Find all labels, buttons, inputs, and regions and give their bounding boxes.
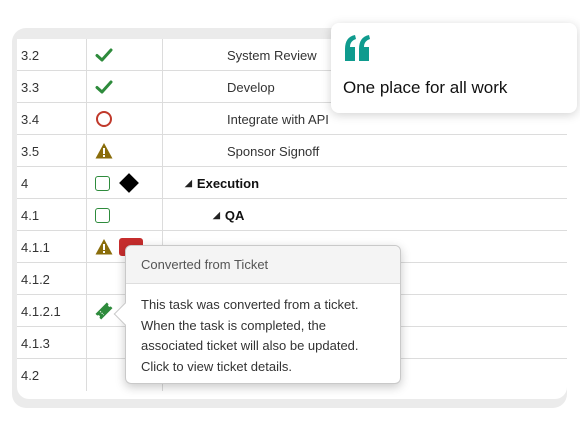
row-number: 4.1.2 bbox=[17, 263, 87, 295]
collapse-triangle-icon[interactable]: ◢ bbox=[185, 178, 192, 189]
check-icon[interactable] bbox=[95, 46, 113, 64]
ticket-icon[interactable] bbox=[95, 302, 113, 320]
ticket-tooltip[interactable]: Converted from Ticket This task was conv… bbox=[113, 245, 401, 384]
table-row[interactable]: 4 ◢ Execution bbox=[17, 167, 567, 199]
row-icons bbox=[87, 199, 163, 231]
row-icons bbox=[87, 167, 163, 199]
tooltip-line: This task was converted from a ticket. bbox=[141, 297, 359, 312]
row-number: 3.5 bbox=[17, 135, 87, 167]
row-icons bbox=[87, 103, 163, 135]
table-row[interactable]: 3.5 Sponsor Signoff bbox=[17, 135, 567, 167]
row-number: 3.3 bbox=[17, 71, 87, 103]
check-icon[interactable] bbox=[95, 78, 113, 96]
row-number: 4.1 bbox=[17, 199, 87, 231]
row-number: 4.1.3 bbox=[17, 327, 87, 359]
task-name[interactable]: Sponsor Signoff bbox=[163, 135, 567, 167]
quote-text: One place for all work bbox=[343, 78, 508, 97]
warning-icon[interactable] bbox=[95, 142, 113, 160]
task-name[interactable]: ◢ Execution bbox=[163, 167, 567, 199]
row-number: 4.1.2.1 bbox=[17, 295, 87, 327]
warning-icon[interactable] bbox=[95, 238, 113, 256]
row-icons bbox=[87, 135, 163, 167]
table-row[interactable]: 4.1 ◢ QA bbox=[17, 199, 567, 231]
row-number: 4.1.1 bbox=[17, 231, 87, 263]
quote-mark-icon bbox=[345, 35, 370, 61]
tooltip-line: Click to view ticket details. bbox=[141, 358, 292, 374]
collapse-triangle-icon[interactable]: ◢ bbox=[213, 210, 220, 221]
task-name[interactable]: ◢ QA bbox=[163, 199, 567, 231]
tooltip-line: When the task is completed, the bbox=[141, 317, 326, 333]
square-icon[interactable] bbox=[95, 175, 110, 191]
row-number: 3.2 bbox=[17, 39, 87, 71]
square-icon[interactable] bbox=[95, 207, 110, 223]
tooltip-line: associated ticket will also be updated. bbox=[141, 338, 359, 353]
tooltip-title: Converted from Ticket bbox=[126, 246, 400, 284]
row-number: 3.4 bbox=[17, 103, 87, 135]
circle-icon[interactable] bbox=[95, 110, 113, 128]
row-number: 4 bbox=[17, 167, 87, 199]
quote-card: One place for all work bbox=[331, 23, 577, 113]
row-number: 4.2 bbox=[17, 359, 87, 391]
row-icons bbox=[87, 39, 163, 71]
task-name-label: Execution bbox=[196, 175, 260, 191]
tooltip-body: This task was converted from a ticket. W… bbox=[126, 284, 400, 377]
task-name-label: QA bbox=[224, 207, 245, 223]
diamond-icon[interactable] bbox=[119, 173, 139, 193]
row-icons bbox=[87, 71, 163, 103]
